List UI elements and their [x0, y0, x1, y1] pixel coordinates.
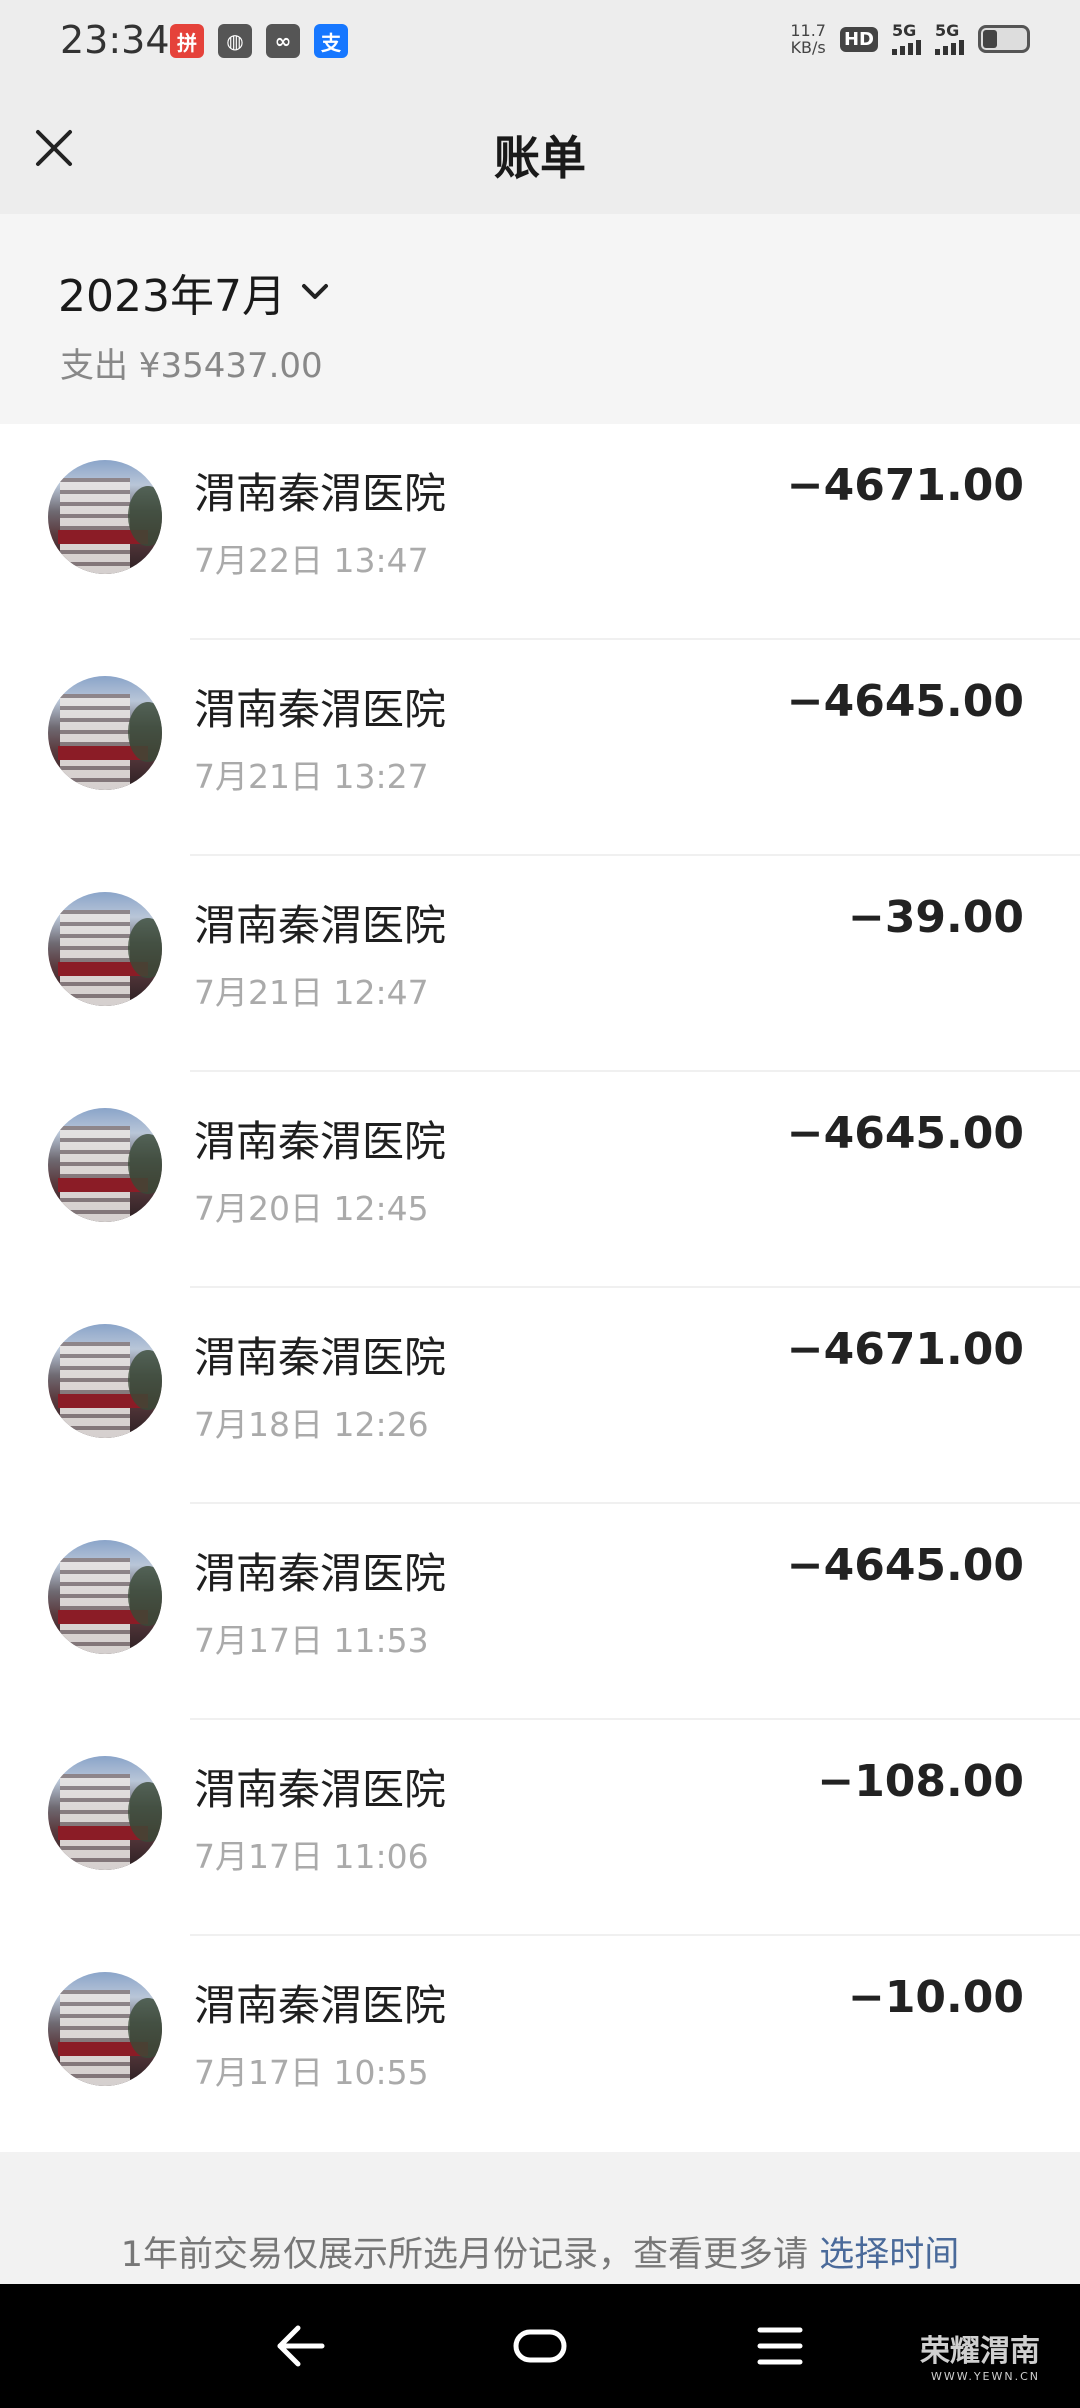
merchant-name: 渭南秦渭医院 [194, 1981, 447, 2030]
link-app-icon: ∞ [266, 24, 300, 58]
page-title: 账单 [494, 131, 586, 185]
merchant-avatar [48, 1324, 162, 1438]
merchant-name: 渭南秦渭医院 [194, 1765, 447, 1814]
footer-note: 1年前交易仅展示所选月份记录，查看更多请 选择时间 [0, 2226, 1080, 2277]
menu-icon [757, 2327, 803, 2365]
merchant-name: 渭南秦渭医院 [194, 901, 447, 950]
merchant-avatar [48, 1756, 162, 1870]
transaction-amount: −4645.00 [786, 1108, 1024, 1159]
back-arrow-icon [277, 2325, 325, 2367]
month-picker[interactable]: 2023年7月 [58, 260, 330, 324]
transaction-amount: −10.00 [847, 1972, 1024, 2023]
merchant-avatar [48, 676, 162, 790]
transaction-time: 7月18日 12:26 [194, 1405, 429, 1444]
transaction-time: 7月17日 11:06 [194, 1837, 429, 1876]
status-indicators: 11.7 KB/s HD 5G 5G [790, 22, 1030, 56]
transaction-time: 7月21日 12:47 [194, 973, 429, 1012]
alipay-icon: 支 [314, 24, 348, 58]
red-app-icon: 拼 [170, 24, 204, 58]
menu-button[interactable] [748, 2314, 812, 2378]
merchant-avatar [48, 460, 162, 574]
signal-icon: 5G [892, 23, 921, 55]
navigation-bar: 荣耀渭南 WWW.YEWN.CN [0, 2284, 1080, 2408]
merchant-name: 渭南秦渭医院 [194, 685, 447, 734]
status-bar: 23:34 拼 ◍ ∞ 支 11.7 KB/s HD 5G 5G [0, 0, 1080, 84]
transaction-row[interactable]: 渭南秦渭医院 7月21日 12:47 −39.00 [0, 856, 1080, 1072]
merchant-avatar [48, 1108, 162, 1222]
signal-icon-2: 5G [935, 23, 964, 55]
transaction-time: 7月17日 10:55 [194, 2053, 429, 2092]
notification-icons: 拼 ◍ ∞ 支 [170, 24, 348, 58]
transaction-amount: −108.00 [817, 1756, 1024, 1807]
transaction-amount: −4645.00 [786, 1540, 1024, 1591]
expense-total: 支出 ¥35437.00 [60, 346, 323, 386]
merchant-avatar [48, 1972, 162, 2086]
transaction-amount: −39.00 [847, 892, 1024, 943]
merchant-name: 渭南秦渭医院 [194, 1549, 447, 1598]
transaction-row[interactable]: 渭南秦渭医院 7月21日 13:27 −4645.00 [0, 640, 1080, 856]
transaction-list: 渭南秦渭医院 7月22日 13:47 −4671.00 渭南秦渭医院 7月21日… [0, 424, 1080, 2152]
merchant-name: 渭南秦渭医院 [194, 1333, 447, 1382]
transaction-amount: −4645.00 [786, 676, 1024, 727]
month-summary: 2023年7月 支出 ¥35437.00 [0, 214, 1080, 424]
transaction-row[interactable]: 渭南秦渭医院 7月17日 11:06 −108.00 [0, 1720, 1080, 1936]
transaction-row[interactable]: 渭南秦渭医院 7月22日 13:47 −4671.00 [0, 424, 1080, 640]
merchant-avatar [48, 1540, 162, 1654]
merchant-name: 渭南秦渭医院 [194, 1117, 447, 1166]
chevron-down-icon [301, 284, 328, 299]
home-icon [513, 2329, 567, 2363]
transaction-amount: −4671.00 [786, 1324, 1024, 1375]
transaction-time: 7月22日 13:47 [194, 541, 429, 580]
transaction-time: 7月17日 11:53 [194, 1621, 429, 1660]
transaction-row[interactable]: 渭南秦渭医院 7月17日 11:53 −4645.00 [0, 1504, 1080, 1720]
page-header: 账单 [0, 84, 1080, 214]
home-button[interactable] [508, 2314, 572, 2378]
network-speed: 11.7 KB/s [790, 21, 826, 57]
transaction-amount: −4671.00 [786, 460, 1024, 511]
transaction-row[interactable]: 渭南秦渭医院 7月18日 12:26 −4671.00 [0, 1288, 1080, 1504]
merchant-name: 渭南秦渭医院 [194, 469, 447, 518]
transaction-row[interactable]: 渭南秦渭医院 7月20日 12:45 −4645.00 [0, 1072, 1080, 1288]
status-time: 23:34 [60, 18, 170, 62]
transaction-time: 7月20日 12:45 [194, 1189, 429, 1228]
merchant-avatar [48, 892, 162, 1006]
wechat-icon: ◍ [218, 24, 252, 58]
watermark-logo: 荣耀渭南 WWW.YEWN.CN [920, 2334, 1040, 2383]
transaction-row[interactable]: 渭南秦渭医院 7月17日 10:55 −10.00 [0, 1936, 1080, 2152]
transaction-time: 7月21日 13:27 [194, 757, 429, 796]
back-button[interactable] [268, 2314, 332, 2378]
month-label: 2023年7月 [58, 271, 286, 322]
footer-note-text: 1年前交易仅展示所选月份记录，查看更多请 [120, 2235, 820, 2275]
battery-icon [978, 25, 1030, 53]
select-time-link[interactable]: 选择时间 [819, 2235, 959, 2275]
hd-icon: HD [839, 26, 878, 52]
